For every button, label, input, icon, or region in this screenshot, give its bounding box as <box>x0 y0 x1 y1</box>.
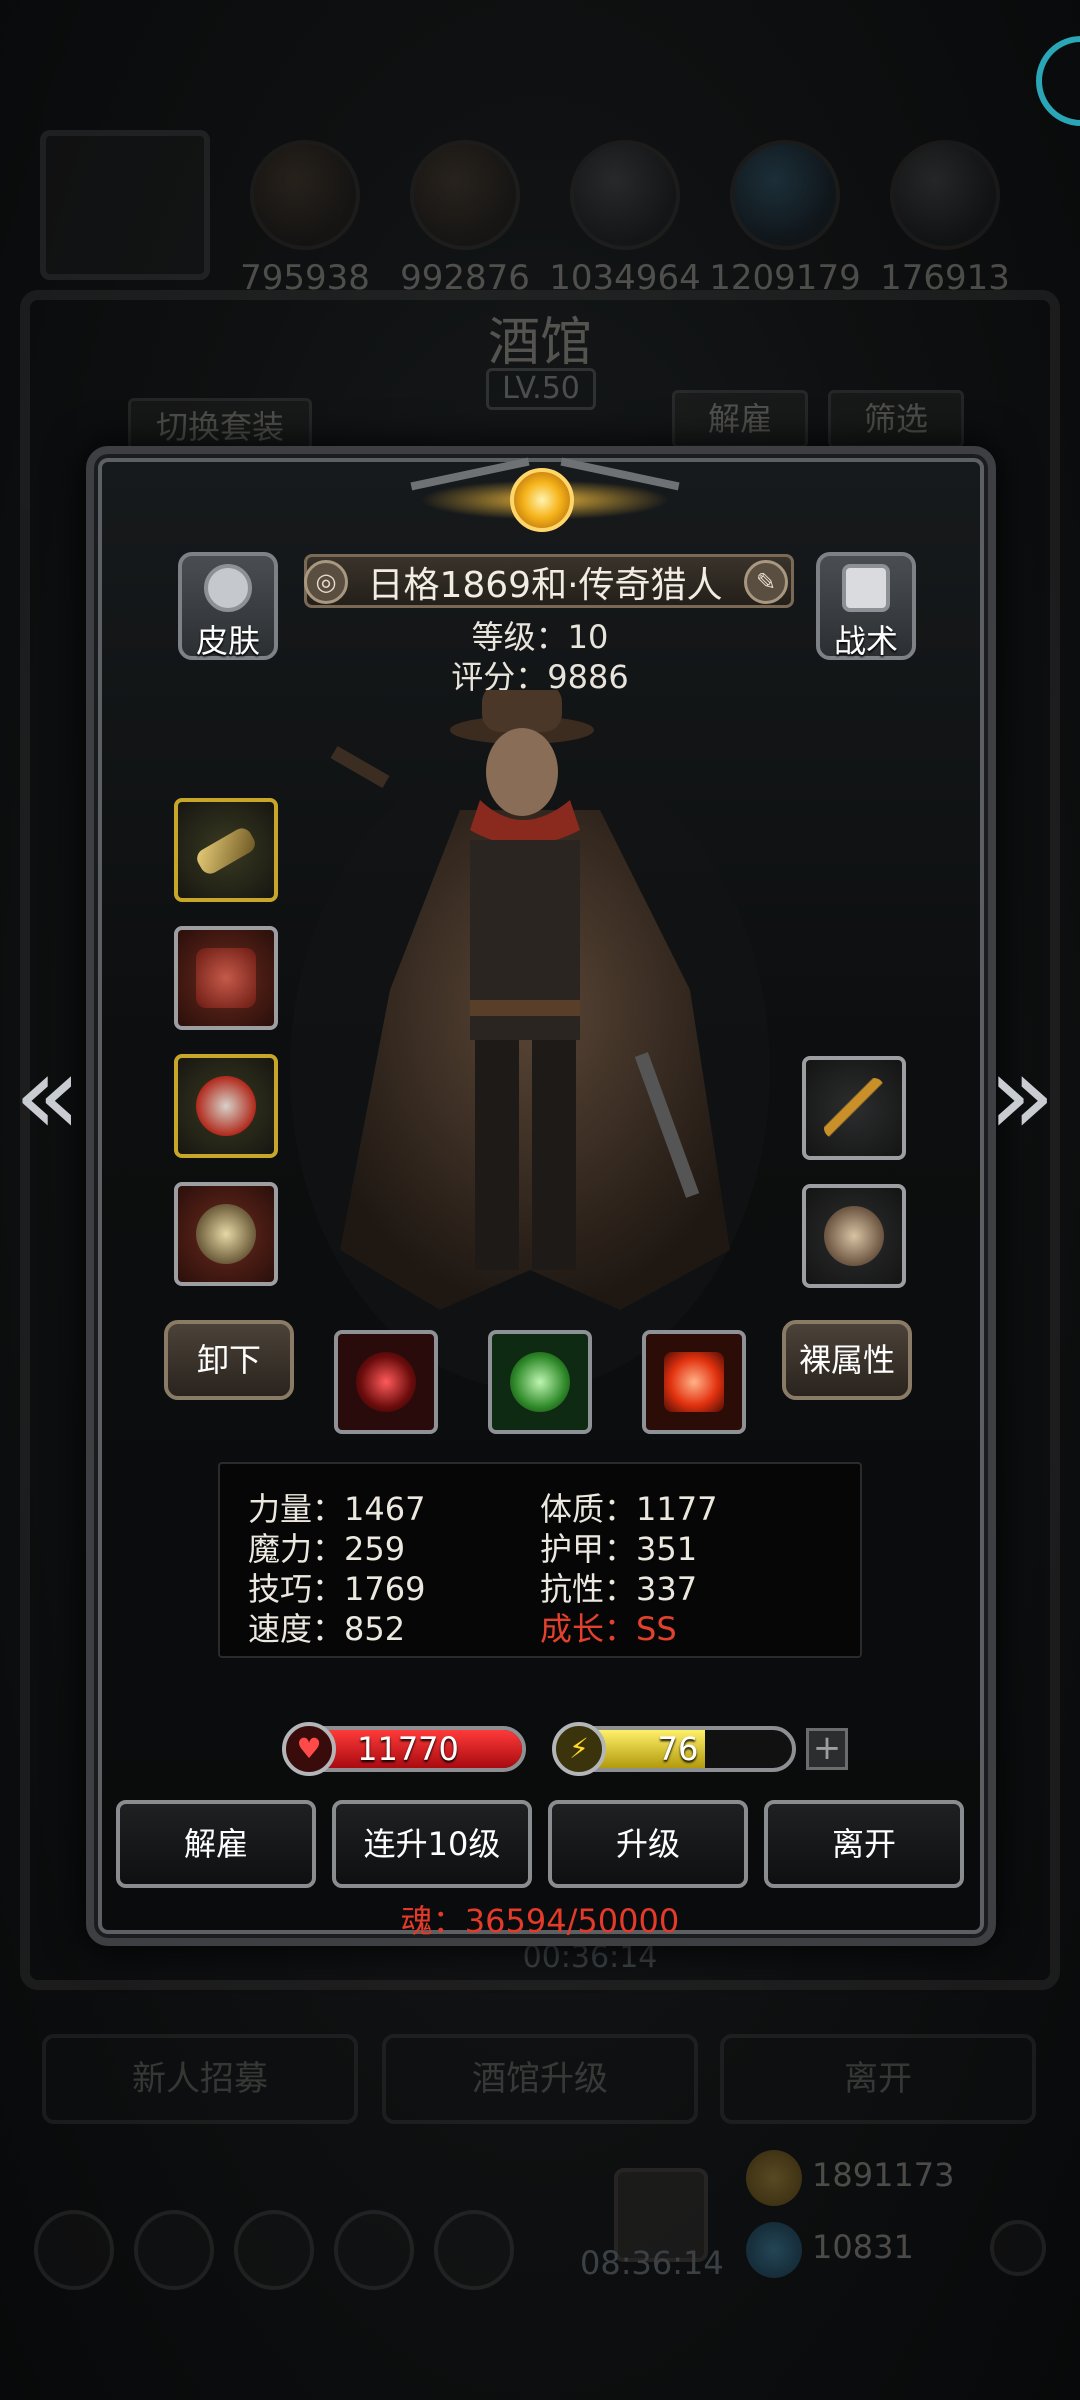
ring-icon <box>196 1204 256 1264</box>
lightning-icon: ⚡ <box>552 1722 606 1776</box>
armor-icon <box>196 948 256 1008</box>
gem-icon <box>746 2222 802 2278</box>
add-currency-icon <box>990 2220 1046 2276</box>
bg-leave-button: 离开 <box>720 2034 1036 2124</box>
leave-button[interactable]: 离开 <box>764 1800 964 1888</box>
next-hero-arrow-icon[interactable]: » <box>988 1040 1055 1150</box>
skill-slot-2[interactable] <box>488 1330 592 1434</box>
gun-icon <box>193 824 259 878</box>
staff-slot[interactable] <box>802 1056 906 1160</box>
mortar-icon <box>824 1206 884 1266</box>
hero-portrait <box>290 690 770 1390</box>
bg-dismiss-button: 解雇 <box>672 390 808 448</box>
hero-name: 日格1869和·传奇猎人 <box>367 565 723 606</box>
health-cross-skill-icon <box>664 1352 724 1412</box>
add-energy-button[interactable]: + <box>806 1728 848 1770</box>
staff-icon <box>824 1078 884 1138</box>
skull-ring-icon <box>196 1076 256 1136</box>
shirt-icon <box>204 564 252 612</box>
menu-round-icon <box>434 2210 514 2290</box>
mortar-slot[interactable] <box>802 1184 906 1288</box>
skill-slot-1[interactable] <box>334 1330 438 1434</box>
heart-icon: ♥ <box>282 1722 336 1776</box>
gold-value: 1891173 <box>812 2156 955 2194</box>
rank-emblem-icon <box>510 468 574 532</box>
resource-icon <box>410 140 520 250</box>
filter-button: 筛选 <box>828 390 964 448</box>
menu-round-icon <box>334 2210 414 2290</box>
base-attributes-button[interactable]: 裸属性 <box>782 1320 912 1400</box>
dismiss-button[interactable]: 解雇 <box>116 1800 316 1888</box>
hero-portrait-frame <box>40 130 210 280</box>
poison-skill-icon <box>510 1352 570 1412</box>
tavern-title: 酒馆 <box>487 313 592 373</box>
menu-round-icon <box>34 2210 114 2290</box>
tavern-upgrade-button: 酒馆升级 <box>382 2034 698 2124</box>
gear-icon <box>842 564 890 612</box>
stat-growth: 成长：SS <box>540 1610 677 1648</box>
accessory-slot[interactable] <box>174 1182 278 1286</box>
menu-round-icon <box>234 2210 314 2290</box>
soul-counter: 魂：36594/50000 <box>400 1902 680 1940</box>
prev-hero-arrow-icon[interactable]: « <box>14 1040 81 1150</box>
level-up-10-button[interactable]: 连升10级 <box>332 1800 532 1888</box>
weapon-slot[interactable] <box>174 798 278 902</box>
unequip-button[interactable]: 卸下 <box>164 1320 294 1400</box>
level-up-button[interactable]: 升级 <box>548 1800 748 1888</box>
recruit-button: 新人招募 <box>42 2034 358 2124</box>
resource-icon <box>250 140 360 250</box>
resource-icon <box>890 140 1000 250</box>
stat-speed: 速度：852 <box>248 1610 406 1648</box>
edit-name-icon[interactable]: ✎ <box>744 560 788 604</box>
armor-slot[interactable] <box>174 926 278 1030</box>
badge-icon: ◎ <box>304 560 348 604</box>
menu-round-icon <box>134 2210 214 2290</box>
helmet-slot[interactable] <box>174 1054 278 1158</box>
gem-value: 10831 <box>812 2228 914 2266</box>
crosshair-skill-icon <box>356 1352 416 1412</box>
resource-icon <box>570 140 680 250</box>
gold-coin-icon <box>746 2150 802 2206</box>
tavern-level: LV.50 <box>486 368 596 410</box>
resource-icon <box>730 140 840 250</box>
skill-slot-3[interactable] <box>642 1330 746 1434</box>
